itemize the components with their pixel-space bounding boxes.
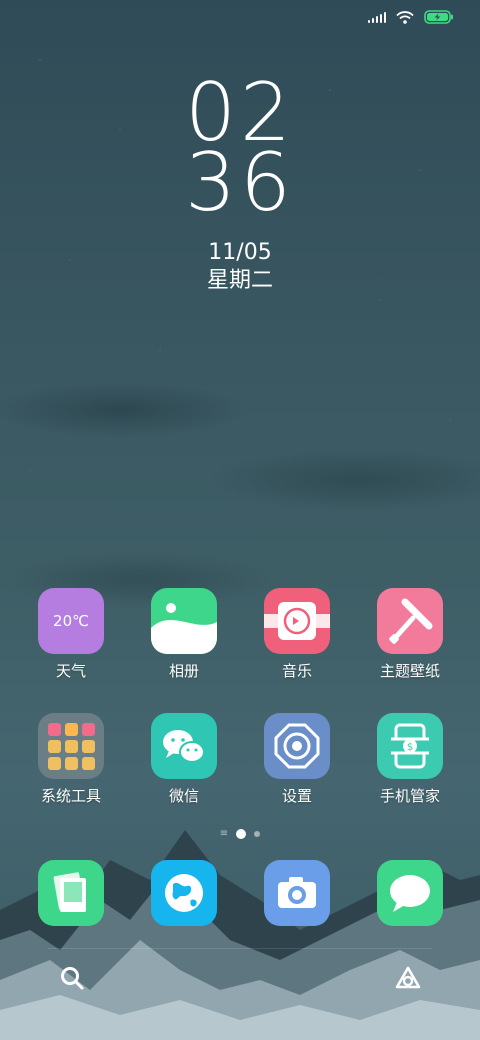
browser-globe-icon [151, 860, 217, 926]
app-label-security: 手机管家 [379, 787, 440, 805]
clock-weekday: 星期二 [206, 268, 273, 293]
app-music[interactable]: 音乐 [247, 588, 347, 680]
music-icon [264, 588, 330, 654]
gallery-folder-icon [38, 860, 104, 926]
page-dot[interactable] [254, 830, 261, 837]
page-indicator-menu-icon[interactable]: ≡ [220, 828, 228, 839]
wechat-icon [151, 713, 217, 779]
app-label-weather: 天气 [55, 662, 86, 680]
wallpaper-mountains [0, 830, 480, 1040]
weather-temperature: 20℃ [53, 612, 89, 630]
dock-browser[interactable] [134, 860, 234, 926]
app-vault-icon [395, 966, 421, 989]
page-dot-active[interactable] [236, 828, 247, 839]
messages-icon [377, 860, 443, 926]
search-icon [61, 967, 84, 990]
settings-icon [264, 713, 330, 779]
wifi-icon [396, 10, 414, 24]
camera-icon [264, 860, 330, 926]
search-button[interactable] [54, 960, 90, 996]
app-system-tools[interactable]: 系统工具 [21, 713, 121, 805]
app-gallery[interactable]: 相册 [134, 588, 234, 680]
app-label-music: 音乐 [281, 662, 312, 680]
gallery-icon [151, 588, 217, 654]
dock-divider [48, 948, 432, 949]
app-weather[interactable]: 20℃ 天气 [21, 588, 121, 680]
dock-messages[interactable] [360, 860, 460, 926]
lockscreen-clock: 02 36 11/05 星期二 [0, 73, 480, 296]
dock-gallery-folder[interactable] [21, 860, 121, 926]
clock-date: 11/05 [208, 240, 272, 265]
app-label-wechat: 微信 [168, 787, 199, 805]
status-bar [368, 10, 454, 24]
app-label-system-tools: 系统工具 [40, 787, 101, 805]
battery-charging-icon [424, 10, 453, 24]
app-themes[interactable]: 主题壁纸 [360, 588, 460, 680]
weather-icon: 20℃ [38, 588, 104, 654]
clock-minutes: 36 [185, 136, 295, 229]
app-security[interactable]: $ 手机管家 [360, 713, 460, 805]
theme-brush-icon [377, 588, 443, 654]
app-wechat[interactable]: 微信 [134, 713, 234, 805]
app-vault-button[interactable] [390, 960, 426, 996]
system-tools-folder-icon [38, 713, 104, 779]
app-label-themes: 主题壁纸 [379, 662, 440, 680]
app-label-settings: 设置 [281, 787, 312, 805]
security-manager-icon: $ [377, 713, 443, 779]
cell-signal-icon [368, 11, 386, 23]
svg-text:$: $ [407, 742, 413, 753]
app-settings[interactable]: 设置 [247, 713, 347, 805]
page-indicator[interactable]: ≡ [0, 828, 480, 839]
app-label-gallery: 相册 [168, 662, 199, 680]
dock-camera[interactable] [247, 860, 347, 926]
